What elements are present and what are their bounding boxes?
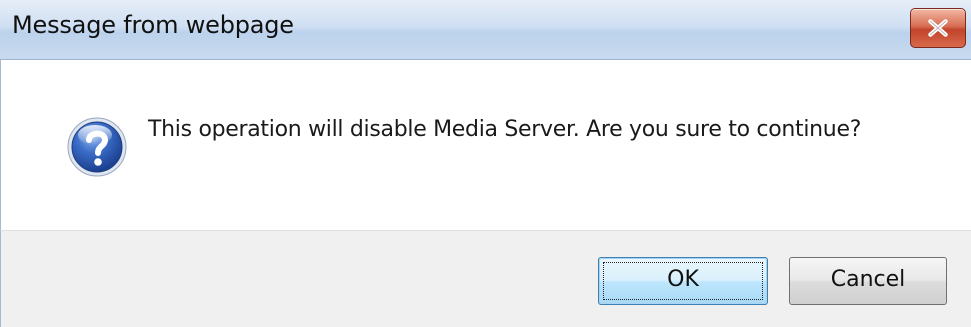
close-icon	[928, 19, 948, 37]
message-area: This operation will disable Media Server…	[0, 60, 971, 230]
ok-button-label: OK	[667, 267, 699, 292]
cancel-button-label: Cancel	[830, 267, 906, 292]
ok-button[interactable]: OK	[598, 257, 768, 305]
close-button[interactable]	[910, 8, 966, 48]
message-dialog: Message from webpage This operation will…	[0, 0, 971, 327]
cancel-button[interactable]: Cancel	[789, 257, 947, 305]
button-bar: OK Cancel	[0, 230, 971, 327]
question-icon	[67, 117, 127, 177]
window-title: Message from webpage	[12, 11, 294, 39]
message-text: This operation will disable Media Server…	[148, 117, 862, 142]
title-bar[interactable]: Message from webpage	[0, 0, 971, 60]
